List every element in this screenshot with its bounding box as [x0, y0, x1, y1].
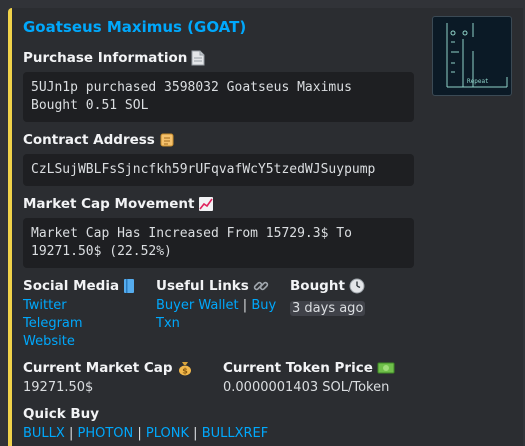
market-cap-movement-codeblock: Market Cap Has Increased From 15729.3$ T… — [23, 218, 414, 268]
quick-buy-row: BULLX | PHOTON | PLONK | BULLXREF — [23, 426, 268, 441]
buy-txn-link-part1[interactable]: Buy — [251, 298, 276, 313]
market-cap-movement-heading: Market Cap Movement — [23, 196, 214, 212]
scroll-icon — [160, 133, 174, 147]
social-media-heading: Social Media — [23, 278, 135, 294]
page-icon — [191, 50, 205, 66]
website-link[interactable]: Website — [23, 334, 75, 349]
photon-link[interactable]: PHOTON — [78, 426, 134, 441]
current-token-price-heading: Current Token Price — [223, 360, 395, 376]
dollar-banknote-icon — [377, 362, 395, 374]
bought-heading: Bought — [290, 278, 365, 294]
quick-buy-heading: Quick Buy — [23, 406, 100, 422]
quick-buy-separator: | — [68, 426, 74, 441]
embed-thumbnail[interactable]: Repeat — [432, 16, 512, 96]
link-separator: | — [242, 298, 248, 313]
useful-links-row: Buyer Wallet | Buy — [156, 298, 276, 313]
purchase-info-codeblock: 5UJn1p purchased 3598032 Goatseus Maximu… — [23, 72, 414, 122]
current-market-cap-heading: Current Market Cap $ — [23, 360, 193, 376]
chart-increasing-icon — [199, 197, 214, 211]
contract-address-codeblock[interactable]: CzLSujWBLFsSjncfkh59rUFqvafWcY5tzedWJSuy… — [23, 154, 414, 186]
blue-book-icon — [124, 279, 135, 293]
link-icon — [253, 281, 269, 291]
bullxref-link[interactable]: BULLXREF — [202, 426, 269, 441]
useful-links-heading: Useful Links — [156, 278, 269, 294]
plonk-link[interactable]: PLONK — [146, 426, 189, 441]
thumbnail-caption: Repeat — [467, 78, 489, 85]
bullx-link[interactable]: BULLX — [23, 426, 65, 441]
quick-buy-separator: | — [137, 426, 142, 441]
telegram-link[interactable]: Telegram — [23, 316, 83, 331]
purchase-info-heading: Purchase Information — [23, 50, 205, 66]
current-token-price-value: 0.0000001403 SOL/Token — [223, 380, 390, 395]
contract-address-heading: Contract Address — [23, 132, 175, 148]
quick-buy-separator: | — [193, 426, 198, 441]
current-market-cap-value: 19271.50$ — [23, 380, 94, 395]
money-bag-icon: $ — [178, 362, 191, 376]
buy-txn-link-part2[interactable]: Txn — [156, 316, 180, 331]
buyer-wallet-link[interactable]: Buyer Wallet — [156, 298, 239, 313]
embed-card: Goatseus Maximus (GOAT) Repeat Purchase … — [8, 8, 523, 446]
embed-title[interactable]: Goatseus Maximus (GOAT) — [23, 18, 246, 36]
twitter-link[interactable]: Twitter — [23, 298, 67, 313]
goat-ascii-art-icon: Repeat — [446, 23, 508, 88]
svg-text:$: $ — [182, 367, 188, 376]
clock-icon — [349, 278, 365, 294]
bought-time-badge: 3 days ago — [290, 301, 366, 316]
